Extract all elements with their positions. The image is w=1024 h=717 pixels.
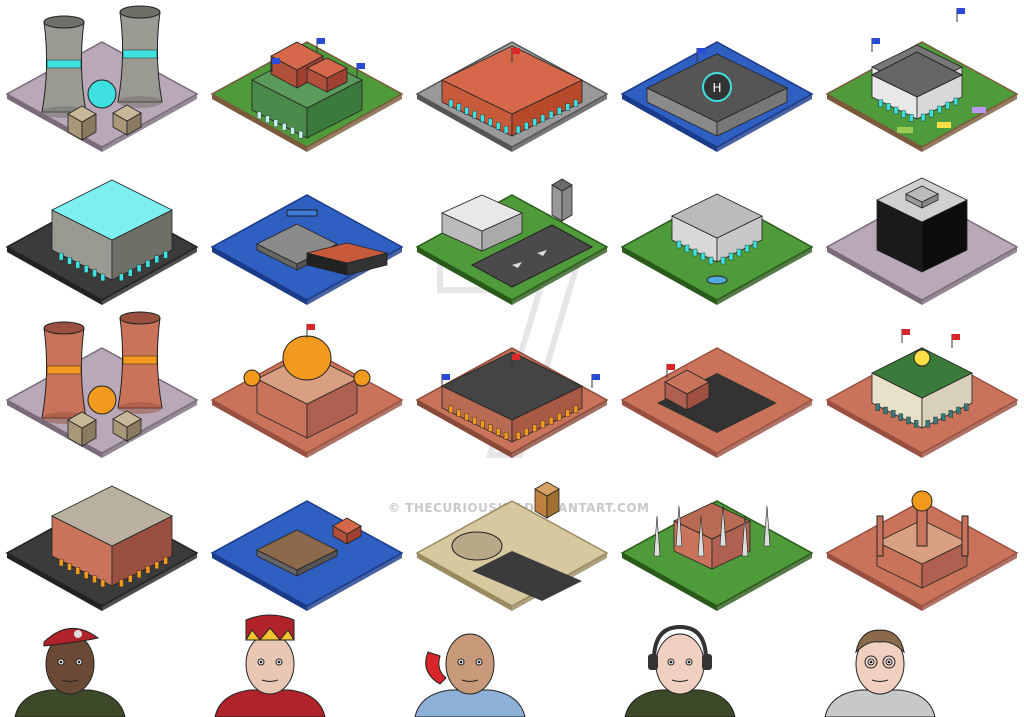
building-sprite: [620, 347, 814, 458]
building-tile-palace-clock: [822, 308, 1022, 458]
building-sprite: [825, 490, 1019, 611]
building-sprite: [210, 194, 404, 305]
building-tile-military-base: [617, 308, 817, 458]
building-sprite: [5, 485, 199, 611]
building-tile-domed-palace: [207, 308, 407, 458]
building-tile-palace-green: [207, 2, 407, 152]
building-sprite: [5, 5, 199, 152]
building-tile-embassy-white: [822, 2, 1022, 152]
portrait-sprite: [824, 629, 936, 717]
portrait-sprite: [624, 624, 736, 717]
building-sprite: [5, 179, 199, 305]
portrait-sprite: [414, 633, 526, 717]
building-tile-office-tower-black: [822, 155, 1022, 305]
building-tile-factory-brick: [2, 461, 202, 611]
building-sprite: [210, 324, 404, 458]
building-tile-airport-modern: [412, 155, 612, 305]
building-tile-airfield-hangars: [412, 461, 612, 611]
svg-text:H: H: [712, 81, 721, 95]
building-tile-shipyard-modern: [207, 155, 407, 305]
building-tile-barracks-brick: [412, 308, 612, 458]
building-sprite: [620, 500, 814, 611]
building-tile-mosque: [822, 461, 1022, 611]
building-sprite: [5, 311, 199, 458]
building-sprite: [825, 177, 1019, 305]
building-tile-shipyard-old: [207, 461, 407, 611]
building-tile-cooling-towers-brick: [2, 308, 202, 458]
building-sprite: [825, 8, 1019, 152]
building-sprite: H: [620, 41, 814, 152]
sprite-sheet: © THECURIOUSKIT.DEVIANTART.COM H: [0, 0, 1024, 717]
building-tile-factory-modern: [2, 155, 202, 305]
building-sprite: [415, 481, 609, 611]
portrait-operator-headset: [620, 612, 740, 717]
building-tile-cooling-towers-modern: [2, 2, 202, 152]
building-tile-fortress-helipad: H: [617, 2, 817, 152]
building-tile-barracks-red-roof: [412, 2, 612, 152]
building-sprite: [825, 329, 1019, 458]
portrait-king-crown: [210, 612, 330, 717]
building-sprite: [210, 500, 404, 611]
building-tile-ministry-modern: [617, 155, 817, 305]
portrait-soldier-red-beret: [10, 612, 130, 717]
building-sprite: [620, 193, 814, 305]
building-sprite: [415, 347, 609, 458]
portrait-woman-glasses: [820, 612, 940, 717]
building-tile-cathedral: [617, 461, 817, 611]
portrait-man-phone: [410, 612, 530, 717]
building-sprite: [210, 38, 404, 152]
portrait-sprite: [214, 614, 326, 717]
portrait-sprite: [14, 627, 126, 717]
building-sprite: [415, 178, 609, 305]
building-sprite: [415, 41, 609, 152]
